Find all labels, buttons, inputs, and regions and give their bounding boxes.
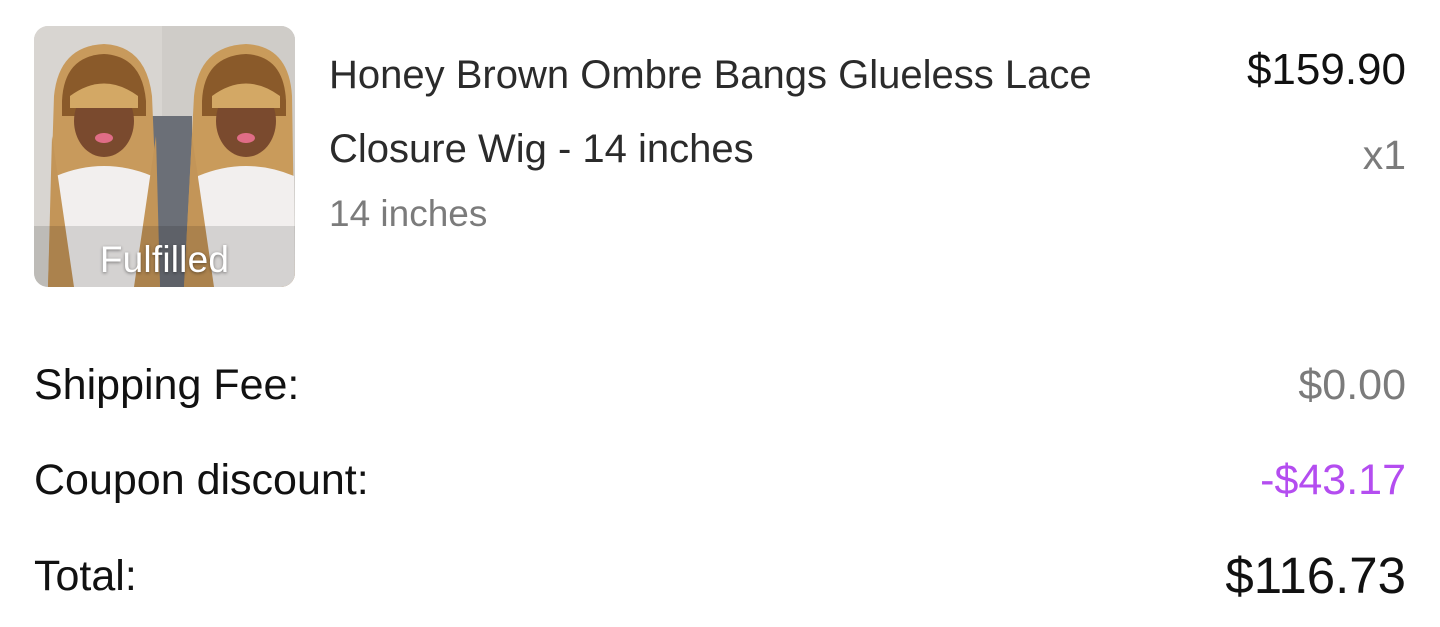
total-label: Total: (34, 552, 137, 600)
product-variant: 14 inches (329, 193, 488, 234)
product-title-line-2: Closure Wig - 14 inches (329, 127, 754, 171)
shipping-fee-value: $0.00 (1298, 361, 1406, 409)
coupon-discount-value: -$43.17 (1260, 456, 1406, 504)
total-value: $116.73 (1225, 547, 1406, 604)
order-item-row[interactable]: Fulfilled Honey Brown Ombre Bangs Gluele… (34, 26, 1406, 288)
shipping-fee-label: Shipping Fee: (34, 361, 300, 409)
total-row: Total: $116.73 (34, 546, 1406, 606)
shipping-fee-row: Shipping Fee: $0.00 (34, 355, 1406, 415)
product-title-line-1: Honey Brown Ombre Bangs Glueless Lace (329, 53, 1092, 97)
fulfillment-status-label: Fulfilled (99, 239, 230, 280)
coupon-discount-label: Coupon discount: (34, 456, 369, 504)
coupon-discount-row: Coupon discount: -$43.17 (34, 450, 1406, 510)
product-price: $159.90 (1246, 45, 1406, 94)
product-title[interactable]: Honey Brown Ombre Bangs Glueless Lace Cl… (329, 38, 1209, 186)
product-image[interactable]: Fulfilled (34, 26, 295, 287)
product-quantity: x1 (1362, 132, 1406, 178)
